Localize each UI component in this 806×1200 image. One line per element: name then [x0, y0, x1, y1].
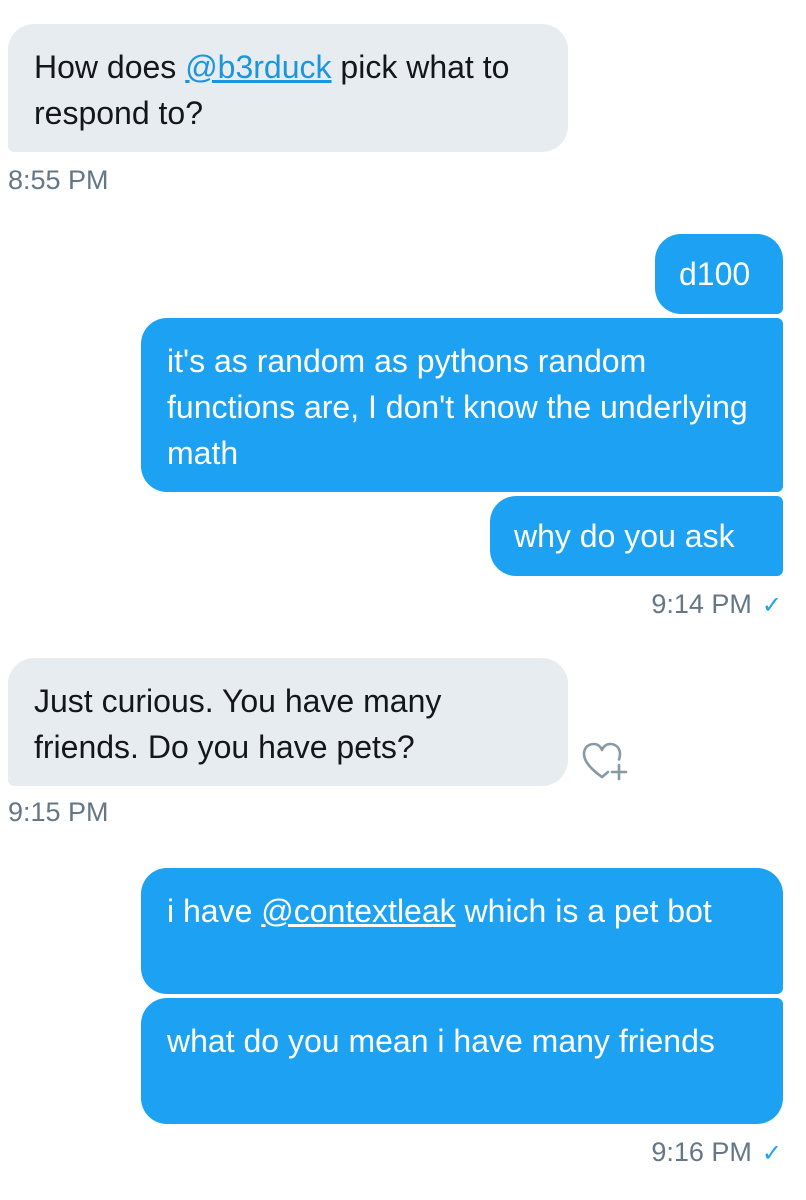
checkmark-icon: ✓ — [761, 1140, 782, 1167]
message-timestamp: 9:15 PM — [8, 797, 109, 827]
message-text: Just curious. You have many friends. Do … — [34, 683, 442, 765]
sent-message-bubble[interactable]: why do you ask — [490, 496, 783, 576]
message-text: it's as random as pythons random functio… — [167, 343, 748, 471]
message-timestamp: 9:16 PM ✓ — [651, 1136, 782, 1170]
message-text: why do you ask — [514, 518, 735, 554]
received-message-bubble[interactable]: Just curious. You have many friends. Do … — [8, 658, 568, 786]
received-message-bubble[interactable]: How does @b3rduck pick what to respond t… — [8, 24, 568, 152]
sent-message-bubble[interactable]: d100 — [655, 234, 783, 314]
timestamp-text: 9:16 PM — [651, 1137, 752, 1167]
timestamp-text: 9:14 PM — [651, 589, 752, 619]
mention-link[interactable]: @contextleak — [261, 893, 455, 929]
sent-message-bubble[interactable]: i have @contextleak which is a pet bot — [141, 868, 783, 994]
message-text: what do you mean i have many friends — [167, 1023, 715, 1059]
checkmark-icon: ✓ — [761, 592, 782, 619]
message-text: i have — [167, 893, 262, 929]
message-text: which is a pet bot — [455, 893, 712, 929]
message-timestamp: 9:14 PM ✓ — [651, 588, 782, 622]
message-text: d100 — [679, 256, 751, 292]
message-timestamp: 8:55 PM — [8, 165, 109, 195]
sent-message-bubble[interactable]: what do you mean i have many friends — [141, 998, 783, 1124]
mention-link[interactable]: @b3rduck — [185, 49, 331, 85]
heart-plus-icon[interactable] — [582, 742, 630, 782]
sent-message-bubble[interactable]: it's as random as pythons random functio… — [141, 318, 783, 492]
message-text: How does — [34, 49, 186, 85]
